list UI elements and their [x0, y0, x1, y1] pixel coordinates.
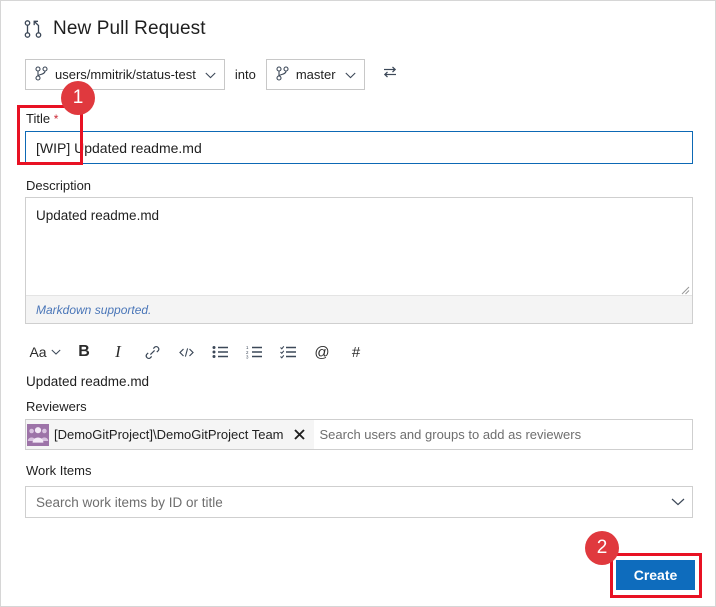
bold-button[interactable]: B	[67, 338, 101, 366]
description-container: Markdown supported.	[25, 197, 693, 324]
work-items-search-input[interactable]	[26, 487, 664, 517]
markdown-supported-link[interactable]: Markdown supported.	[26, 303, 151, 317]
page-title: New Pull Request	[53, 18, 206, 39]
work-items-container[interactable]	[25, 486, 693, 518]
title-label-text: Title	[26, 111, 51, 126]
chevron-down-icon	[51, 349, 61, 355]
reviewer-name: [DemoGitProject]\DemoGitProject Team	[54, 427, 284, 442]
hashtag-button[interactable]: #	[339, 338, 373, 366]
create-button[interactable]: Create	[616, 560, 695, 590]
mention-button[interactable]: @	[305, 338, 339, 366]
page-header: New Pull Request	[23, 18, 206, 40]
resize-handle[interactable]	[680, 282, 690, 295]
source-branch-picker[interactable]: users/mmitrik/status-test	[25, 59, 225, 90]
code-button[interactable]	[169, 338, 203, 366]
group-avatar-icon	[27, 423, 49, 446]
task-list-icon	[279, 345, 297, 359]
italic-button[interactable]: I	[101, 338, 135, 366]
description-field-label: Description	[26, 178, 92, 193]
font-size-label: Aa	[29, 344, 47, 360]
required-marker: *	[53, 112, 59, 126]
numbered-list-button[interactable]: 1 2 3	[237, 338, 271, 366]
branch-icon	[35, 65, 48, 84]
annotation-badge-2: 2	[585, 531, 619, 565]
svg-text:3: 3	[246, 354, 249, 359]
work-items-dropdown-button[interactable]	[664, 487, 692, 517]
link-icon	[144, 344, 161, 361]
swap-branches-button[interactable]	[379, 64, 401, 86]
pull-request-icon	[23, 19, 43, 39]
reviewers-field-label: Reviewers	[26, 399, 87, 414]
new-pull-request-page: New Pull Request users/mmitrik/status-te…	[0, 0, 716, 607]
bullet-list-button[interactable]	[203, 338, 237, 366]
task-list-button[interactable]	[271, 338, 305, 366]
work-items-field-label: Work Items	[26, 463, 92, 478]
source-branch-label: users/mmitrik/status-test	[55, 67, 196, 82]
branch-selector-row: users/mmitrik/status-test into master	[25, 59, 401, 90]
title-field-label: Title *	[26, 111, 58, 126]
target-branch-picker[interactable]: master	[265, 59, 365, 90]
markdown-toolbar: Aa B I 1 2 3 @ #	[23, 337, 423, 367]
code-icon	[178, 346, 195, 359]
bullet-list-icon	[212, 345, 229, 359]
link-button[interactable]	[135, 338, 169, 366]
description-input[interactable]	[26, 198, 692, 295]
font-size-dropdown[interactable]: Aa	[23, 338, 67, 366]
numbered-list-icon: 1 2 3	[246, 345, 263, 359]
chevron-down-icon	[203, 67, 216, 82]
reviewers-search-input[interactable]	[313, 420, 692, 449]
swap-arrows-icon	[381, 64, 399, 85]
target-branch-label: master	[295, 67, 336, 82]
reviewer-chip[interactable]: [DemoGitProject]\DemoGitProject Team	[26, 420, 314, 449]
markdown-support-bar: Markdown supported.	[26, 295, 692, 323]
reviewers-input-container[interactable]: [DemoGitProject]\DemoGitProject Team	[25, 419, 693, 450]
into-label: into	[234, 67, 256, 82]
branch-icon	[276, 65, 289, 84]
description-preview-text: Updated readme.md	[26, 374, 150, 389]
remove-reviewer-icon[interactable]	[292, 427, 307, 442]
chevron-down-icon	[343, 67, 356, 82]
title-input[interactable]	[25, 131, 693, 164]
